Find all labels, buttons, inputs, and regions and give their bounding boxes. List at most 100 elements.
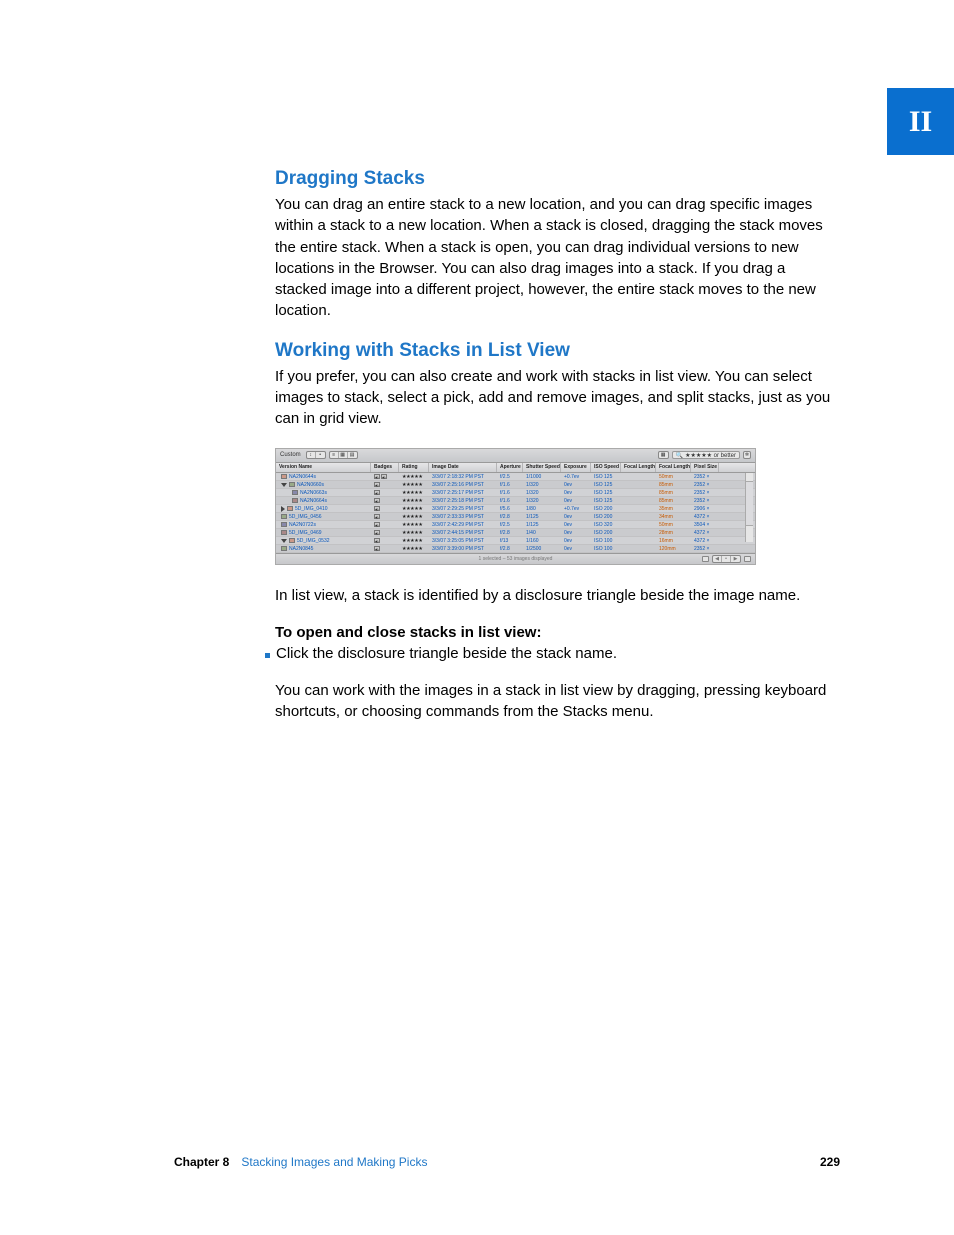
col-pixel-size[interactable]: Pixel Size [691,463,719,472]
cell-focal-1 [621,497,656,504]
cell-focal-1 [621,529,656,536]
cell-focal-2: 16mm [656,537,691,544]
cell-iso: ISO 200 [591,513,621,520]
cell-aperture: f/2.5 [497,473,523,480]
cell-exposure: 0ev [561,497,591,504]
table-row[interactable]: 5D_IMG_0532⎆★★★★★3/3/07 3:25:05 PM PSTf/… [276,537,755,545]
table-row[interactable]: NA2N0722s⎆★★★★★3/3/07 2:42:29 PM PSTf/2.… [276,521,755,529]
person-button[interactable] [744,556,751,562]
nav-segment[interactable]: ◀•▶ [712,555,741,563]
cell-exposure: 0ev [561,537,591,544]
badge-icon: ⎆ [374,482,380,487]
disclosure-triangle-icon[interactable] [281,539,287,543]
cell-exposure: 0ev [561,529,591,536]
cell-version-name: 5D_IMG_0456 [276,513,371,520]
cell-focal-1 [621,521,656,528]
col-version-name[interactable]: Version Name [276,463,371,472]
thumbnail-icon [281,514,287,519]
cell-badges: ⎆⎆ [371,473,399,480]
cell-iso: ISO 125 [591,473,621,480]
table-row[interactable]: NA2N0660s⎆★★★★★3/3/07 2:25:16 PM PSTf/1.… [276,481,755,489]
cell-version-name: NA2N0722s [276,521,371,528]
table-row[interactable]: NA2N0663s⎆★★★★★3/3/07 2:25:17 PM PSTf/1.… [276,489,755,497]
cell-focal-1 [621,473,656,480]
main-column: Dragging Stacks You can drag an entire s… [275,168,840,741]
table-row[interactable]: NA2N0664s⎆★★★★★3/3/07 2:25:18 PM PSTf/1.… [276,497,755,505]
sort-direction-segment[interactable]: ↕• [306,451,326,459]
cell-rating: ★★★★★ [399,513,429,520]
col-image-date[interactable]: Image Date [429,463,497,472]
cell-iso: ISO 100 [591,537,621,544]
col-focal-1[interactable]: Focal Length [621,463,656,472]
cell-date: 3/3/07 2:25:18 PM PST [429,497,497,504]
cell-shutter: 1/1000 [523,473,561,480]
status-button[interactable] [702,556,709,562]
cell-badges: ⎆ [371,481,399,488]
cell-shutter: 1/320 [523,489,561,496]
cell-badges: ⎆ [371,505,399,512]
cell-exposure: +0.7ev [561,505,591,512]
cell-pixel-size: 3504 × [691,521,719,528]
col-badges[interactable]: Badges [371,463,399,472]
cell-rating: ★★★★★ [399,481,429,488]
table-row[interactable]: 5D_IMG_0410⎆★★★★★3/3/07 2:29:25 PM PSTf/… [276,505,755,513]
col-iso[interactable]: ISO Speed [591,463,621,472]
cell-aperture: f/5.6 [497,505,523,512]
view-mode-segment[interactable]: ≡▦▤ [329,451,358,459]
col-rating[interactable]: Rating [399,463,429,472]
cell-badges: ⎆ [371,537,399,544]
cell-rating: ★★★★★ [399,505,429,512]
table-row[interactable]: NA2N0845⎆★★★★★3/3/07 3:39:00 PM PSTf/2.8… [276,545,755,553]
cell-rating: ★★★★★ [399,529,429,536]
table-row[interactable]: 5D_IMG_0469⎆★★★★★3/3/07 2:44:15 PM PSTf/… [276,529,755,537]
disclosure-triangle-icon[interactable] [281,483,287,487]
cell-version-name: 5D_IMG_0469 [276,529,371,536]
figure-toolbar: Custom ↕• ≡▦▤ ▦ 🔍 ★★★★★ or better ✲ [276,449,755,463]
heading-dragging-stacks: Dragging Stacks [275,168,840,190]
cell-focal-2: 50mm [656,521,691,528]
col-exposure[interactable]: Exposure [561,463,591,472]
table-row[interactable]: 5D_IMG_0456⎆★★★★★3/3/07 2:33:33 PM PSTf/… [276,513,755,521]
cell-exposure: +0.7ev [561,473,591,480]
cell-date: 3/3/07 2:25:17 PM PST [429,489,497,496]
figure-rows: NA2N0644s⎆⎆★★★★★3/3/07 2:18:32 PM PSTf/2… [276,473,755,553]
col-aperture[interactable]: Aperture [497,463,523,472]
cell-badges: ⎆ [371,489,399,496]
table-row[interactable]: NA2N0644s⎆⎆★★★★★3/3/07 2:18:32 PM PSTf/2… [276,473,755,481]
cell-version-name: NA2N0644s [276,473,371,480]
cell-version-name: NA2N0845 [276,545,371,552]
cell-rating: ★★★★★ [399,489,429,496]
col-focal-2[interactable]: Focal Length [656,463,691,472]
cell-focal-1 [621,489,656,496]
cell-date: 3/3/07 2:42:29 PM PST [429,521,497,528]
gear-icon[interactable]: ✲ [743,451,751,459]
cell-version-name: 5D_IMG_0410 [276,505,371,512]
cell-iso: ISO 200 [591,505,621,512]
page-number: 229 [820,1155,840,1169]
chapter-label: Chapter 8 [174,1155,229,1169]
filter-toggle[interactable]: ▦ [658,451,669,459]
filter-field[interactable]: 🔍 ★★★★★ or better [672,451,740,459]
bullet-text: Click the disclosure triangle beside the… [276,645,617,662]
thumbnail-icon [292,498,298,503]
cell-pixel-size: 2352 × [691,473,719,480]
cell-focal-2: 34mm [656,513,691,520]
col-shutter-speed[interactable]: Shutter Speed [523,463,561,472]
page-footer: Chapter 8 Stacking Images and Making Pic… [174,1155,840,1169]
cell-date: 3/3/07 2:18:32 PM PST [429,473,497,480]
vertical-scrollbar[interactable] [745,473,753,542]
cell-aperture: f/2.5 [497,521,523,528]
chapter-title: Stacking Images and Making Picks [241,1155,427,1169]
cell-shutter: 1/125 [523,513,561,520]
bullet-icon [265,653,270,658]
cell-shutter: 1/40 [523,529,561,536]
disclosure-triangle-icon[interactable] [281,506,285,512]
version-name-text: NA2N0644s [289,474,316,480]
version-name-text: NA2N0845 [289,546,313,552]
version-name-text: 5D_IMG_0469 [289,530,322,536]
cell-exposure: 0ev [561,545,591,552]
cell-focal-1 [621,513,656,520]
cell-aperture: f/1.6 [497,497,523,504]
cell-aperture: f/13 [497,537,523,544]
heading-list-view: Working with Stacks in List View [275,340,840,362]
